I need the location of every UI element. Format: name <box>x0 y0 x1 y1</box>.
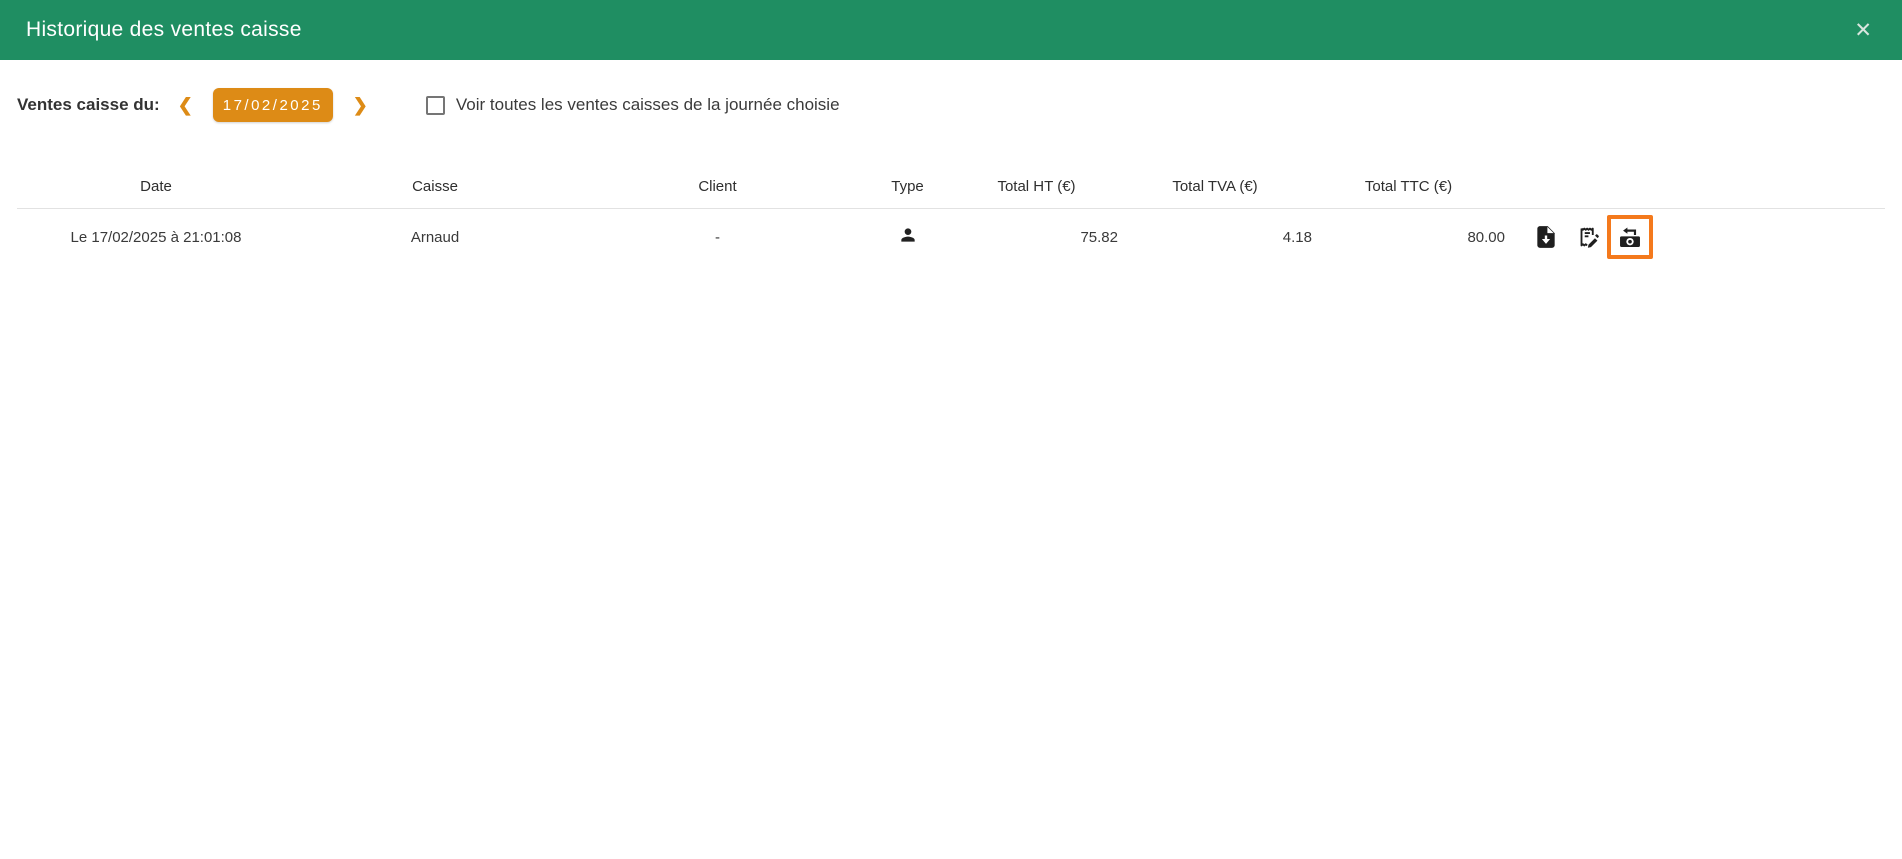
previous-day-button[interactable]: ❮ <box>172 95 199 116</box>
table-row: Le 17/02/2025 à 21:01:08 Arnaud - 75.82 … <box>17 209 1885 265</box>
date-controls-label: Ventes caisse du: <box>17 95 160 114</box>
show-all-sales-checkbox[interactable] <box>425 95 445 115</box>
file-download-icon <box>1533 224 1559 250</box>
close-icon[interactable]: ✕ <box>1850 16 1876 45</box>
refund-sale-button[interactable] <box>1607 215 1653 259</box>
show-all-sales-checkbox-label: Voir toutes les ventes caisses de la jou… <box>455 95 840 114</box>
date-picker-button[interactable]: 17/02/2025 <box>212 88 333 122</box>
table-header-row: Date Caisse Client Type Total HT (€) Tot… <box>17 165 1885 209</box>
sales-table: Date Caisse Client Type Total HT (€) Tot… <box>17 165 1885 265</box>
dialog-titlebar: Historique des ventes caisse ✕ <box>0 0 1902 60</box>
column-header-date: Date <box>140 178 172 195</box>
cell-total-tva: 4.18 <box>1282 228 1312 246</box>
column-header-caisse: Caisse <box>412 178 458 195</box>
next-day-button[interactable]: ❯ <box>347 95 374 116</box>
cell-total-ttc: 80.00 <box>1467 228 1505 246</box>
column-header-total-ttc: Total TTC (€) <box>1364 178 1453 195</box>
cell-total-ht: 75.82 <box>1080 228 1118 246</box>
date-controls: Ventes caisse du: ❮ 17/02/2025 ❯ Voir to… <box>0 88 1902 122</box>
show-all-sales-checkbox-wrap[interactable]: Voir toutes les ventes caisses de la jou… <box>425 95 840 115</box>
person-icon <box>898 225 918 249</box>
column-header-type: Type <box>891 178 924 195</box>
cash-refund-icon <box>1617 224 1643 250</box>
cell-type <box>860 225 955 249</box>
edit-receipt-button[interactable] <box>1575 224 1601 250</box>
column-header-total-ht: Total HT (€) <box>997 178 1076 195</box>
row-actions <box>1505 215 1885 259</box>
receipt-edit-icon <box>1575 224 1601 250</box>
cell-date: Le 17/02/2025 à 21:01:08 <box>70 228 242 246</box>
column-header-client: Client <box>698 178 737 195</box>
cell-client: - <box>715 228 720 246</box>
page-title: Historique des ventes caisse <box>26 18 302 41</box>
column-header-total-tva: Total TVA (€) <box>1172 178 1258 195</box>
cell-caisse: Arnaud <box>410 228 460 246</box>
download-document-button[interactable] <box>1533 224 1559 250</box>
